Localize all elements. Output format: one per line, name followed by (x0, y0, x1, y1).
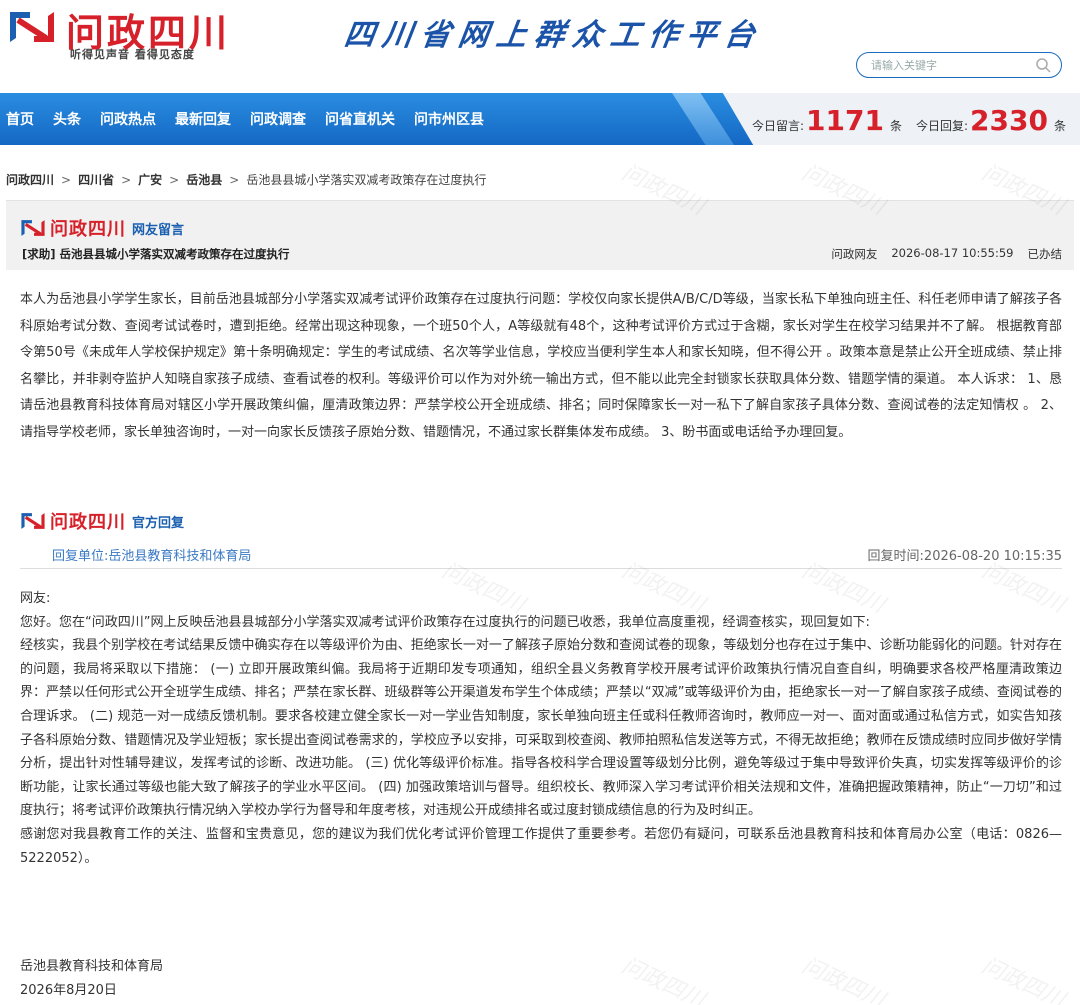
site-logo-icon[interactable] (8, 8, 56, 46)
message-author: 问政网友 (831, 247, 878, 261)
message-meta: 问政网友 2026-08-17 10:55:59 已办结 (831, 246, 1062, 262)
search-input[interactable] (871, 57, 1031, 73)
breadcrumb: 问政四川 > 四川省 > 广安 > 岳池县 > 岳池县县城小学落实双减考政策存在… (6, 171, 486, 188)
nav-item-surveys[interactable]: 问政调查 (250, 109, 306, 129)
breadcrumb-separator: > (61, 172, 72, 187)
reply-unit-name: 岳池县教育科技和体育局 (108, 549, 252, 564)
breadcrumb-item[interactable]: 问政四川 (6, 171, 54, 188)
reply-paragraph: 感谢您对我县教育工作的关注、监督和宝贵意见，您的建议为我们优化考试评价管理工作提… (20, 826, 1062, 866)
section-brand: 问政四川 (50, 512, 126, 533)
watermark: 问政四川 (797, 953, 889, 1005)
breadcrumb-separator: > (121, 172, 132, 187)
message-status: 已办结 (1027, 247, 1063, 261)
message-datetime: 2026-08-17 10:55:59 (891, 246, 1014, 260)
reply-body: 网友: 您好。您在“问政四川”网上反映岳池县县城部分小学落实双减考试评价政策存在… (20, 587, 1062, 870)
breadcrumb-item[interactable]: 岳池县 (186, 171, 222, 188)
today-messages-label: 今日留言: (752, 119, 805, 133)
today-replies-unit: 条 (1053, 119, 1066, 133)
reply-unit[interactable]: 回复单位:岳池县教育科技和体育局 (52, 545, 251, 564)
reply-info-row: 回复单位:岳池县教育科技和体育局 回复时间:2026-08-20 10:15:3… (20, 543, 1062, 569)
reply-time-label: 回复时间: (867, 549, 924, 564)
reply-section-header: 问政四川 官方回复 (20, 508, 184, 534)
reply-paragraph: 经核实，我县个别学校在考试结果反馈中确实存在以等级评价为由、拒绝家长一对一了解孩… (20, 638, 1062, 819)
reply-paragraph: 网友: (20, 591, 51, 606)
daily-stats: 今日留言: 1171 条 今日回复: 2330 条 (752, 106, 1080, 136)
message-title: [求助] 岳池县县城小学落实双减考政策存在过度执行 (22, 247, 290, 261)
breadcrumb-separator: > (229, 172, 240, 187)
search-icon[interactable] (1035, 57, 1051, 73)
nav-item-latest-replies[interactable]: 最新回复 (175, 109, 231, 129)
nav-item-hot-topics[interactable]: 问政热点 (100, 109, 156, 129)
message-body: 本人为岳池县小学学生家长，目前岳池县城部分小学落实双减考试评价政策存在过度执行问… (20, 292, 1062, 440)
nav-item-provincial-agencies[interactable]: 问省直机关 (325, 109, 395, 129)
nav-item-home[interactable]: 首页 (6, 109, 34, 129)
today-replies-count: 2330 (970, 104, 1048, 137)
platform-title: 四川省网上群众工作平台 (342, 18, 765, 53)
watermark: 问政四川 (617, 953, 709, 1005)
reply-sign-date: 2026年8月20日 (20, 983, 117, 998)
message-section-header: 问政四川 网友留言 (20, 215, 184, 241)
breadcrumb-item[interactable]: 四川省 (78, 171, 114, 188)
reply-time-value: 2026-08-20 10:15:35 (923, 549, 1062, 564)
breadcrumb-item[interactable]: 广安 (138, 171, 162, 188)
reply-signature-block: 岳池县教育科技和体育局 2026年8月20日 (20, 955, 163, 1003)
site-slogan: 听得见声音 看得见态度 (70, 48, 195, 61)
today-messages-unit: 条 (889, 119, 902, 133)
brand-logo-icon (21, 220, 45, 236)
section-brand: 问政四川 (50, 219, 126, 240)
message-header-panel: 问政四川 网友留言 [求助] 岳池县县城小学落实双减考政策存在过度执行 问政网友… (6, 200, 1074, 270)
nav-item-cities-counties[interactable]: 问市州区县 (414, 109, 484, 129)
breadcrumb-current: 岳池县县城小学落实双减考政策存在过度执行 (246, 173, 487, 187)
reply-time: 回复时间:2026-08-20 10:15:35 (868, 545, 1062, 564)
today-replies-label: 今日回复: (916, 119, 969, 133)
reply-paragraph: 您好。您在“问政四川”网上反映岳池县县城部分小学落实双减考试评价政策存在过度执行… (20, 614, 870, 630)
search-box (856, 52, 1062, 78)
watermark: 问政四川 (977, 953, 1069, 1005)
site-header: 问政四川 听得见声音 看得见态度 四川省网上群众工作平台 (0, 0, 1080, 92)
section-tag: 网友留言 (132, 222, 185, 238)
reply-unit-label: 回复单位: (52, 549, 109, 564)
nav-item-headlines[interactable]: 头条 (53, 109, 81, 129)
today-messages-count: 1171 (806, 104, 884, 137)
brand-logo-icon (21, 513, 45, 529)
breadcrumb-separator: > (169, 172, 180, 187)
reply-signature: 岳池县教育科技和体育局 (20, 959, 164, 974)
section-tag: 官方回复 (132, 515, 185, 531)
